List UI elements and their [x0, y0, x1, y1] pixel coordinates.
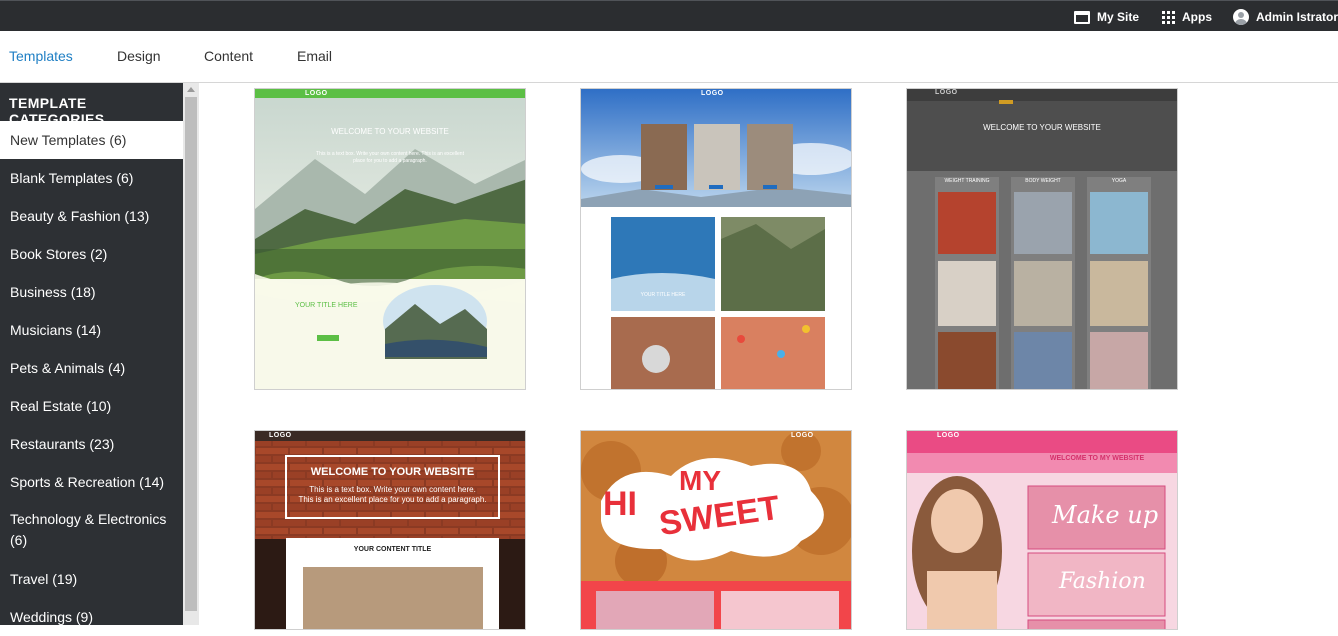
- logo-text: LOGO: [701, 90, 724, 97]
- tab-content[interactable]: Content: [204, 48, 253, 64]
- category-sports-recreation[interactable]: Sports & Recreation (14): [0, 463, 183, 501]
- sidebar-scrollbar[interactable]: [183, 83, 199, 625]
- template-thumbnail-fitness[interactable]: LOGO WELCOME TO YOUR WEBSITE WEIGHT TRAI…: [906, 88, 1178, 390]
- tab-templates[interactable]: Templates: [9, 48, 73, 64]
- apps-label: Apps: [1182, 10, 1212, 24]
- logo-text: LOGO: [935, 89, 958, 96]
- adventure-template-preview: [581, 89, 851, 389]
- thumb-body-1: This is a text box. Write your own conte…: [309, 485, 476, 494]
- template-thumbnail-sweets[interactable]: LOGO HI MY SWEET: [580, 430, 852, 630]
- category-technology-electronics[interactable]: Technology & Electronics (6): [0, 501, 183, 560]
- thumb-body-2: This is an excellent place for you to ad…: [298, 495, 487, 504]
- sidebar-heading: TEMPLATE CATEGORIES: [9, 95, 105, 127]
- thumb-body: This is a text box. Write your own conte…: [316, 151, 464, 164]
- column-label-weight-training: WEIGHT TRAINING: [944, 178, 990, 184]
- column-label-yoga: YOGA: [1111, 178, 1127, 184]
- template-thumbnail-beauty[interactable]: LOGO WELCOME TO MY WEBSITE Make up Fashi…: [906, 430, 1178, 630]
- logo-text: LOGO: [305, 90, 328, 97]
- template-thumbnail-adventure[interactable]: LOGO YOUR TITLE HERE: [580, 88, 852, 390]
- category-real-estate[interactable]: Real Estate (10): [0, 387, 183, 425]
- make-up-text: Make up: [1052, 501, 1159, 529]
- category-business[interactable]: Business (18): [0, 273, 183, 311]
- category-sidebar: TEMPLATE CATEGORIES New Templates (6) Bl…: [0, 83, 183, 625]
- category-beauty-fashion[interactable]: Beauty & Fashion (13): [0, 197, 183, 235]
- apps-menu[interactable]: Apps: [1162, 7, 1212, 27]
- column-label-body-weight: BODY WEIGHT: [1025, 178, 1061, 184]
- thumb-caption: YOUR TITLE HERE: [640, 292, 686, 298]
- fitness-template-preview: [907, 89, 1177, 389]
- tab-design[interactable]: Design: [117, 48, 161, 64]
- avatar-icon: [1233, 9, 1249, 25]
- logo-text: LOGO: [937, 432, 960, 439]
- user-name: Admin Istrator: [1256, 10, 1338, 24]
- top-bar: My Site Apps Admin Istrator: [0, 0, 1338, 31]
- logo-text: LOGO: [791, 432, 814, 439]
- thumb-heading: WELCOME TO YOUR WEBSITE: [331, 127, 449, 136]
- my-site-link[interactable]: My Site: [1074, 7, 1139, 27]
- my-site-label: My Site: [1097, 10, 1140, 24]
- fashion-text: Fashion: [1059, 569, 1146, 594]
- thumb-heading: WELCOME TO MY WEBSITE: [1049, 455, 1145, 462]
- logo-text: LOGO: [269, 432, 292, 439]
- tab-email[interactable]: Email: [297, 48, 332, 64]
- browser-window-icon: [1074, 10, 1090, 24]
- thumb-title: YOUR TITLE HERE: [295, 302, 358, 309]
- scrollbar-thumb[interactable]: [185, 97, 197, 611]
- thumb-heading: WELCOME TO YOUR WEBSITE: [983, 123, 1101, 132]
- hi-text: HI: [603, 485, 637, 523]
- category-book-stores[interactable]: Book Stores (2): [0, 235, 183, 273]
- category-travel[interactable]: Travel (19): [0, 560, 183, 598]
- template-thumbnail-brick[interactable]: LOGO WELCOME TO YOUR WEBSITE This is a t…: [254, 430, 526, 630]
- category-weddings[interactable]: Weddings (9): [0, 598, 183, 636]
- thumb-heading: WELCOME TO YOUR WEBSITE: [310, 466, 475, 478]
- category-musicians[interactable]: Musicians (14): [0, 311, 183, 349]
- category-restaurants[interactable]: Restaurants (23): [0, 425, 183, 463]
- main-tabs: Templates Design Content Email: [0, 31, 1338, 83]
- scroll-up-arrow-icon[interactable]: [187, 87, 195, 92]
- user-menu[interactable]: Admin Istrator: [1233, 7, 1338, 27]
- category-pets-animals[interactable]: Pets & Animals (4): [0, 349, 183, 387]
- thumb-content-title: YOUR CONTENT TITLE: [353, 546, 432, 553]
- template-thumbnail-mountain[interactable]: LOGO WELCOME TO YOUR WEBSITE This is a t…: [254, 88, 526, 390]
- grid-icon: [1162, 10, 1175, 24]
- category-blank-templates[interactable]: Blank Templates (6): [0, 159, 183, 197]
- brick-template-preview: [255, 431, 525, 629]
- my-text: MY: [679, 465, 721, 496]
